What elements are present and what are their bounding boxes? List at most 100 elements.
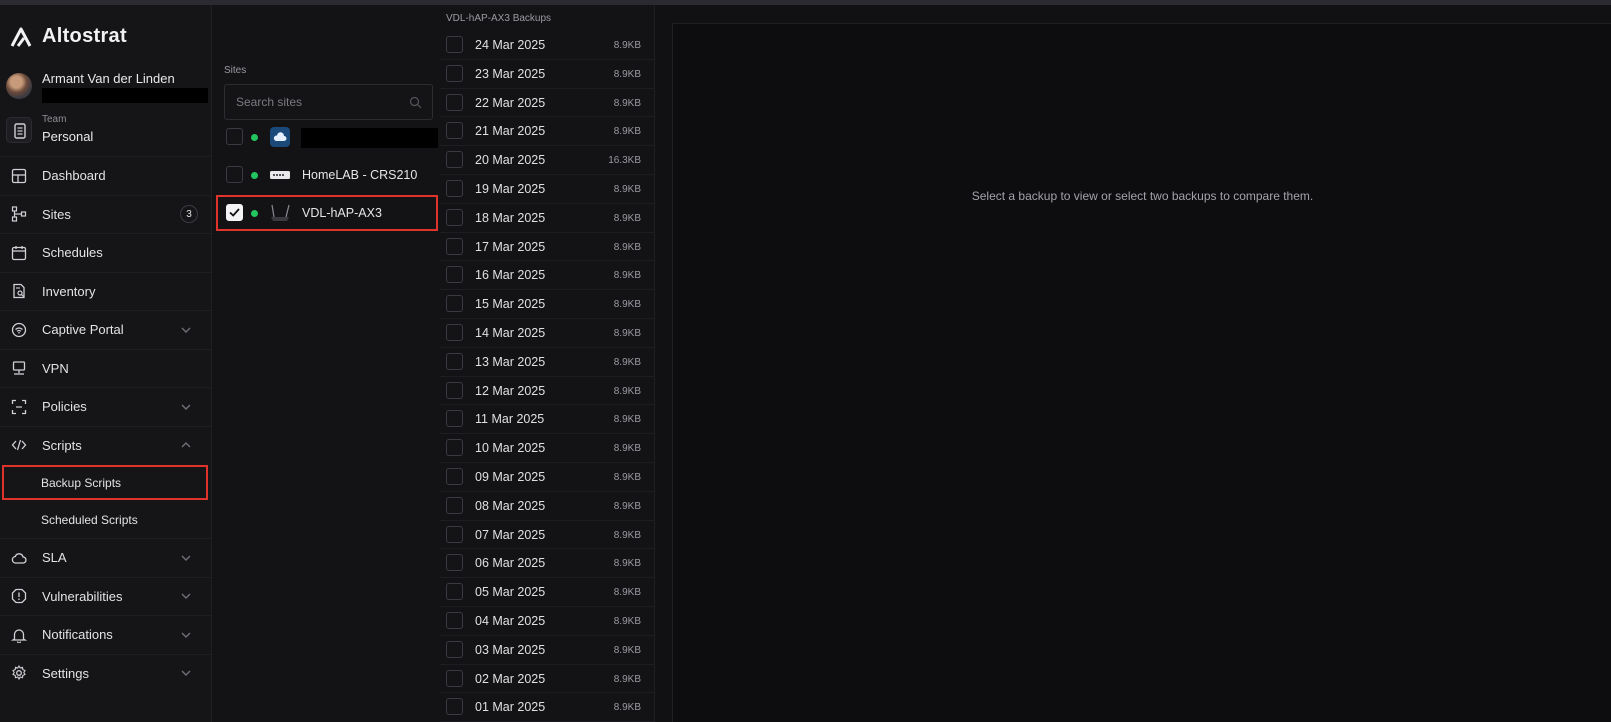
nav-captive-portal[interactable]: Captive Portal: [0, 310, 212, 349]
backup-row[interactable]: 23 Mar 2025 8.9KB: [440, 60, 655, 89]
nav-notifications[interactable]: Notifications: [0, 615, 212, 654]
backup-checkbox[interactable]: [446, 122, 463, 140]
nav-backup-scripts[interactable]: Backup Scripts: [2, 465, 208, 500]
site-checkbox[interactable]: [226, 128, 243, 145]
team-value: Personal: [42, 129, 94, 144]
backup-row[interactable]: 02 Mar 2025 8.9KB: [440, 665, 655, 694]
backups-panel: VDL-hAP-AX3 Backups 24 Mar 2025 8.9KB 23 M…: [440, 5, 655, 722]
site-checkbox[interactable]: [226, 166, 243, 183]
user-profile[interactable]: Armant Van der Linden: [6, 69, 208, 105]
backup-checkbox[interactable]: [446, 698, 463, 716]
chevron-down-icon: [181, 327, 191, 333]
nav-scheduled-scripts[interactable]: Scheduled Scripts: [0, 501, 212, 538]
site-row-selected[interactable]: VDL-hAP-AX3: [216, 195, 438, 231]
backup-checkbox[interactable]: [446, 179, 463, 197]
backup-row[interactable]: 16 Mar 2025 8.9KB: [440, 261, 655, 291]
backup-size: 8.9KB: [613, 299, 641, 311]
nav-label: Notifications: [42, 627, 113, 643]
nav-settings[interactable]: Settings: [0, 653, 212, 693]
backup-row[interactable]: 13 Mar 2025 8.9KB: [440, 348, 655, 377]
backup-row[interactable]: 09 Mar 2025 8.9KB: [440, 463, 655, 492]
sites-network-icon: [11, 206, 27, 222]
backup-checkbox[interactable]: [446, 64, 463, 82]
site-checkbox[interactable]: [226, 204, 243, 221]
nav-vpn[interactable]: VPN: [0, 348, 212, 388]
nav-dashboard[interactable]: Dashboard: [0, 156, 212, 195]
backup-checkbox[interactable]: [446, 467, 463, 485]
search-sites-field[interactable]: Search sites: [224, 84, 433, 120]
backup-checkbox[interactable]: [446, 381, 463, 399]
backup-size: 8.9KB: [613, 385, 641, 397]
site-row[interactable]: HomeLAB - CRS210: [216, 157, 438, 193]
backup-row[interactable]: 19 Mar 2025 8.9KB: [440, 175, 655, 204]
backup-date: 16 Mar 2025: [475, 268, 546, 283]
chevron-down-icon: [181, 632, 191, 638]
nav-vulnerabilities[interactable]: Vulnerabilities: [0, 576, 212, 616]
site-row[interactable]: [216, 119, 438, 155]
status-online-dot: [251, 172, 258, 179]
backup-size: 8.9KB: [613, 356, 641, 368]
backup-row[interactable]: 24 Mar 2025 8.9KB: [440, 31, 655, 60]
nav-sites[interactable]: Sites 3: [0, 194, 212, 234]
nav-sla[interactable]: SLA: [0, 538, 212, 577]
backup-size: 8.9KB: [613, 183, 641, 195]
backup-checkbox[interactable]: [446, 295, 463, 313]
backup-checkbox[interactable]: [446, 669, 463, 687]
calendar-icon: [11, 245, 27, 260]
backup-row[interactable]: 06 Mar 2025 8.9KB: [440, 549, 655, 579]
backup-checkbox[interactable]: [446, 554, 463, 572]
backup-checkbox[interactable]: [446, 237, 463, 255]
backup-checkbox[interactable]: [446, 36, 463, 53]
nav-scripts[interactable]: Scripts: [0, 425, 212, 465]
nav-inventory[interactable]: Inventory: [0, 271, 212, 311]
backup-checkbox[interactable]: [446, 525, 463, 543]
backup-checkbox[interactable]: [446, 410, 463, 428]
backup-row[interactable]: 14 Mar 2025 8.9KB: [440, 319, 655, 348]
avatar: [6, 73, 32, 99]
nav-label: Schedules: [42, 245, 103, 261]
backup-date: 24 Mar 2025: [475, 38, 546, 52]
backup-row[interactable]: 22 Mar 2025 8.9KB: [440, 89, 655, 118]
backup-row[interactable]: 05 Mar 2025 8.9KB: [440, 578, 655, 607]
backup-row[interactable]: 21 Mar 2025 8.9KB: [440, 117, 655, 147]
sites-count-badge: 3: [180, 205, 198, 224]
backup-checkbox[interactable]: [446, 151, 463, 169]
backup-row[interactable]: 04 Mar 2025 8.9KB: [440, 607, 655, 636]
team-switcher[interactable]: Team Personal: [6, 112, 206, 148]
backup-checkbox[interactable]: [446, 208, 463, 226]
backup-row[interactable]: 10 Mar 2025 8.9KB: [440, 434, 655, 463]
backup-date: 20 Mar 2025: [475, 153, 546, 168]
backup-checkbox[interactable]: [446, 583, 463, 601]
logo[interactable]: Altostrat: [10, 25, 127, 48]
backup-row[interactable]: 12 Mar 2025 8.9KB: [440, 377, 655, 406]
redacted-site-name: [301, 128, 438, 148]
backup-checkbox[interactable]: [446, 323, 463, 341]
backup-checkbox[interactable]: [446, 352, 463, 370]
backup-row[interactable]: 17 Mar 2025 8.9KB: [440, 233, 655, 262]
nav-schedules[interactable]: Schedules: [0, 233, 212, 272]
backup-row[interactable]: 15 Mar 2025 8.9KB: [440, 290, 655, 319]
backup-viewer: Select a backup to view or select two ba…: [672, 23, 1611, 722]
backup-row[interactable]: 07 Mar 2025 8.9KB: [440, 521, 655, 550]
backup-row[interactable]: 08 Mar 2025 8.9KB: [440, 492, 655, 521]
backup-date: 11 Mar 2025: [475, 412, 545, 427]
backup-checkbox[interactable]: [446, 266, 463, 284]
backup-row[interactable]: 01 Mar 2025 8.9KB: [440, 693, 655, 722]
backup-checkbox[interactable]: [446, 93, 463, 111]
nav-policies[interactable]: Policies: [0, 387, 212, 426]
vpn-monitor-icon: [12, 361, 26, 375]
chevron-up-icon: [181, 442, 191, 448]
backup-row[interactable]: 20 Mar 2025 16.3KB: [440, 146, 655, 175]
backup-checkbox[interactable]: [446, 496, 463, 514]
backup-row[interactable]: 18 Mar 2025 8.9KB: [440, 204, 655, 233]
code-icon: [11, 440, 27, 451]
backup-date: 09 Mar 2025: [475, 469, 546, 484]
backup-checkbox[interactable]: [446, 611, 463, 629]
backup-size: 8.9KB: [613, 558, 641, 570]
app-name: Altostrat: [42, 25, 127, 47]
backup-checkbox[interactable]: [446, 640, 463, 658]
sites-panel: Sites Search sites HomeLAB - CRS210 VDL-…: [212, 5, 440, 722]
backup-checkbox[interactable]: [446, 439, 463, 457]
backup-row[interactable]: 11 Mar 2025 8.9KB: [440, 405, 655, 435]
backup-row[interactable]: 03 Mar 2025 8.9KB: [440, 636, 655, 665]
